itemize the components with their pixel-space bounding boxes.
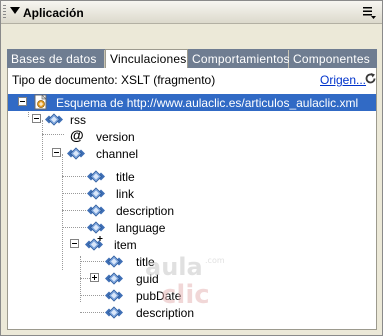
element-icon xyxy=(66,145,86,162)
tab-bases-de-datos[interactable]: Bases de datos xyxy=(7,50,105,68)
collapse-toggle[interactable] xyxy=(18,97,27,106)
tree-row-item-title[interactable]: title xyxy=(8,253,208,270)
tree-row-root[interactable]: Esquema de http://www.aulaclic.es/articu… xyxy=(8,94,376,111)
repeating-element-icon xyxy=(84,236,104,253)
application-panel: Aplicación Bases de datos Vinculaciones … xyxy=(0,0,383,336)
collapse-arrow-icon[interactable] xyxy=(10,7,20,14)
tree-label-root: Esquema de http://www.aulaclic.es/articu… xyxy=(56,96,359,110)
tree-row-rss[interactable]: rss xyxy=(8,111,208,128)
collapse-toggle[interactable] xyxy=(70,239,79,248)
tree-row-version[interactable]: @ version xyxy=(8,127,208,145)
panel-options-menu-icon[interactable] xyxy=(362,5,377,20)
collapse-toggle[interactable] xyxy=(52,148,61,157)
collapse-toggle[interactable] xyxy=(32,114,41,123)
element-icon xyxy=(44,111,64,128)
tab-vinculaciones[interactable]: Vinculaciones xyxy=(105,49,188,69)
attribute-icon: @ xyxy=(70,127,84,143)
refresh-icon[interactable] xyxy=(364,72,377,85)
panel-title: Aplicación xyxy=(23,6,84,20)
drag-grip-icon[interactable] xyxy=(3,5,6,20)
tree-label-item: item xyxy=(114,238,137,252)
element-icon xyxy=(86,219,106,236)
element-icon xyxy=(86,185,106,202)
tree-label-pubdate: pubDate xyxy=(136,289,182,303)
tree-row-description[interactable]: description xyxy=(8,202,208,219)
tab-componentes[interactable]: Componentes xyxy=(289,50,377,68)
tree-label-channel: channel xyxy=(96,147,139,161)
schema-tree[interactable]: Esquema de http://www.aulaclic.es/articu… xyxy=(8,92,376,328)
tree-row-guid[interactable]: guid xyxy=(8,270,208,287)
tab-bar: Bases de datos Vinculaciones Comportamie… xyxy=(7,49,377,69)
element-icon xyxy=(104,253,124,270)
tree-row-channel[interactable]: channel xyxy=(8,145,208,162)
tree-label-language: language xyxy=(116,221,166,235)
element-icon xyxy=(86,202,106,219)
panel-title-bar[interactable]: Aplicación xyxy=(1,1,382,24)
tree-label-title: title xyxy=(116,170,135,184)
tree-label-rss: rss xyxy=(70,113,86,127)
element-icon xyxy=(104,270,124,287)
tree-label-version: version xyxy=(96,130,135,144)
tree-label-item-description: description xyxy=(136,306,195,320)
tree-row-language[interactable]: language xyxy=(8,219,208,236)
document-type-label: Tipo de documento: XSLT (fragmento) xyxy=(12,73,216,87)
schema-document-icon xyxy=(34,94,47,110)
element-icon xyxy=(104,304,124,321)
tab-comportamientos[interactable]: Comportamientos xyxy=(188,50,290,68)
expand-toggle[interactable] xyxy=(90,273,99,282)
origin-link[interactable]: Origen... xyxy=(320,73,366,87)
bindings-content: Tipo de documento: XSLT (fragmento) Orig… xyxy=(7,68,377,330)
tree-label-guid: guid xyxy=(136,272,159,286)
tree-label-description: description xyxy=(116,204,175,218)
element-icon xyxy=(104,287,124,304)
tree-row-pubdate[interactable]: pubDate xyxy=(8,287,208,304)
tree-row-title[interactable]: title xyxy=(8,168,208,185)
tree-row-link[interactable]: link xyxy=(8,185,208,202)
tree-label-item-title: title xyxy=(136,255,155,269)
element-icon xyxy=(86,168,106,185)
tree-row-item[interactable]: item xyxy=(8,236,208,253)
tree-row-item-description[interactable]: description xyxy=(8,304,208,321)
tree-label-link: link xyxy=(116,187,135,201)
